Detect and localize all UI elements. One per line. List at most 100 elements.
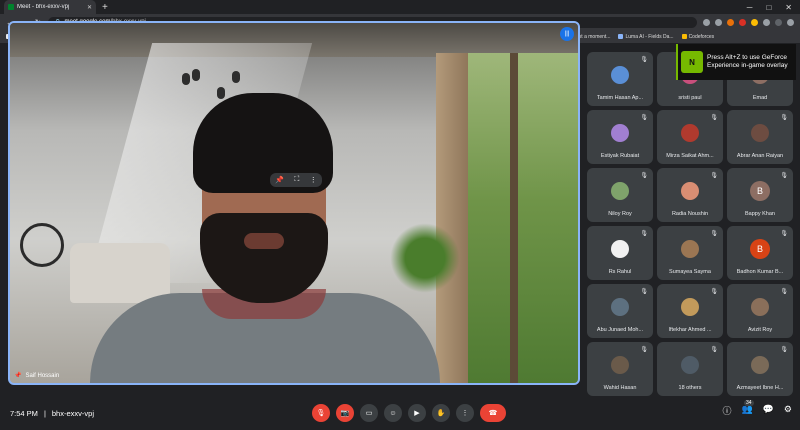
participant-tile[interactable]: 🎙 Estiyak Rubaiat — [587, 110, 653, 164]
bookmark-favicon-icon — [681, 34, 687, 39]
side-panel-controls: ⓘ 👥 💬 ⚙ — [722, 404, 792, 417]
participant-tile[interactable]: 🎙 Sumayea Sayma — [657, 226, 723, 280]
more-options-button[interactable]: ⋮ — [456, 404, 474, 422]
tab-close-icon[interactable]: ✕ — [87, 4, 92, 11]
pin-icon[interactable]: 📌 — [275, 176, 284, 184]
bookmark-item[interactable]: Luma AI - Fields Da... — [618, 34, 674, 40]
participant-tile[interactable]: 🎙 B Badhon Kumar B... — [727, 226, 793, 280]
participant-avatar — [681, 356, 699, 374]
tile-more-icon[interactable]: ⋮ — [310, 176, 317, 184]
tile-hover-controls: 📌 ⛶ ⋮ — [270, 173, 322, 187]
window-controls: ─ □ ✕ — [747, 3, 800, 12]
muted-mic-icon: 🎙 — [640, 289, 648, 295]
participant-name: Tamim Hasan Ap... — [596, 95, 644, 101]
muted-mic-icon: 🎙 — [780, 173, 788, 179]
participant-avatar — [611, 298, 629, 316]
main-speaker-video[interactable]: 📌 ⛶ ⋮ ||| 📌 Saif Hossain — [8, 21, 580, 385]
participant-tile[interactable]: 🎙 18 others — [657, 342, 723, 396]
raise-hand-button[interactable]: ✋ — [432, 404, 450, 422]
close-window-icon[interactable]: ✕ — [785, 3, 792, 12]
participant-tile[interactable]: 🎙 Mirza Saikat Ahm... — [657, 110, 723, 164]
participant-letter-avatar: B — [750, 181, 770, 201]
participant-tile[interactable]: 🎙 Abu Junaed Moh... — [587, 284, 653, 338]
participant-tile[interactable]: 🎙 Abrar Anan Raiyan — [727, 110, 793, 164]
participant-tile[interactable]: 🎙 Rs Rahul — [587, 226, 653, 280]
participant-avatar — [681, 298, 699, 316]
captions-button[interactable]: ▭ — [360, 404, 378, 422]
puzzle-extensions-icon[interactable] — [763, 18, 770, 26]
meeting-bottom-bar: 7:54 PM | bhx-exxv-vpj 🎙 📷 ▭ ☺ ▶ ✋ ⋮ ☎ ⓘ… — [0, 396, 800, 430]
participant-tile[interactable]: 🎙 Tamim Hasan Ap... — [587, 52, 653, 106]
chat-icon[interactable]: 💬 — [763, 404, 774, 417]
participant-avatar — [611, 124, 629, 142]
muted-mic-icon: 🎙 — [780, 347, 788, 353]
browser-tab-strip: Meet - bhx-exxv-vpj ✕ + ─ □ ✕ — [0, 0, 800, 14]
leave-call-button[interactable]: ☎ — [480, 404, 506, 422]
muted-mic-icon: 🎙 — [710, 115, 718, 121]
participant-avatar — [611, 182, 629, 200]
bike-wheel-decor — [20, 223, 64, 267]
mouth — [244, 233, 284, 249]
speaker-name-tag: 📌 Saif Hossain — [14, 372, 59, 380]
participant-tile[interactable]: 🎙 Azmayeet Ibne H... — [727, 342, 793, 396]
participant-name: sristi paul — [678, 95, 702, 101]
new-tab-button[interactable]: + — [102, 2, 108, 13]
participant-tile[interactable]: 🎙 Niloy Roy — [587, 168, 653, 222]
window-greenery — [468, 53, 578, 383]
share-icon[interactable] — [703, 18, 710, 26]
participant-avatar — [751, 298, 769, 316]
extensions-area — [703, 18, 794, 26]
menu-kebab-icon[interactable] — [787, 18, 794, 26]
pendant-lamp — [192, 69, 200, 81]
call-controls: 🎙 📷 ▭ ☺ ▶ ✋ ⋮ ☎ — [312, 404, 506, 422]
speaker-figure — [90, 83, 450, 383]
emoji-reaction-button[interactable]: ☺ — [384, 404, 402, 422]
participant-tile[interactable]: 🎙 Avizit Roy — [727, 284, 793, 338]
profile-avatar-icon[interactable] — [775, 18, 782, 26]
participant-avatar — [681, 182, 699, 200]
camera-toggle-button[interactable]: 📷 — [336, 404, 354, 422]
minimize-icon[interactable]: ─ — [747, 3, 753, 12]
present-screen-button[interactable]: ▶ — [408, 404, 426, 422]
muted-mic-icon: 🎙 — [640, 57, 648, 63]
muted-mic-icon: 🎙 — [640, 173, 648, 179]
participant-tile[interactable]: 🎙 Iftekhar Ahmed ... — [657, 284, 723, 338]
meeting-details-icon[interactable]: ⓘ — [722, 404, 731, 417]
bookmark-favicon-icon — [618, 34, 624, 39]
pin-small-icon: 📌 — [14, 373, 22, 379]
participant-name: Mirza Saikat Ahm... — [666, 153, 714, 159]
muted-mic-icon: 🎙 — [780, 289, 788, 295]
bookmark-star-icon[interactable] — [715, 18, 722, 26]
participant-name: Badhon Kumar B... — [736, 269, 784, 275]
extension-icon[interactable] — [727, 18, 734, 26]
participant-name: Avizit Roy — [747, 327, 773, 333]
meeting-code: bhx-exxv-vpj — [51, 408, 94, 418]
geforce-message: Press Alt+Z to use GeForce Experience in… — [707, 54, 788, 69]
bookmark-item[interactable]: Codeforces — [681, 34, 714, 40]
participant-avatar — [611, 356, 629, 374]
fullscreen-icon[interactable]: ⛶ — [294, 176, 299, 184]
participant-avatar — [611, 66, 629, 84]
participant-tile[interactable]: 🎙 Radia Noushin — [657, 168, 723, 222]
participant-name: Azmayeet Ibne H... — [736, 385, 784, 391]
participant-name: Bappy Khan — [745, 211, 775, 217]
meeting-time: 7:54 PM — [10, 408, 38, 418]
participant-name: Rs Rahul — [608, 269, 632, 275]
extension-icon[interactable] — [739, 18, 746, 26]
extension-icon[interactable] — [751, 18, 758, 26]
muted-mic-icon: 🎙 — [710, 173, 718, 179]
participant-tile[interactable]: 🎙 B Bappy Khan — [727, 168, 793, 222]
participant-letter-avatar: B — [750, 239, 770, 259]
participant-avatar — [751, 356, 769, 374]
activities-icon[interactable]: ⚙ — [784, 404, 792, 417]
maximize-icon[interactable]: □ — [766, 3, 771, 12]
participant-name: Estiyak Rubaiat — [600, 153, 640, 159]
browser-tab[interactable]: Meet - bhx-exxv-vpj ✕ — [4, 0, 96, 14]
participant-tile[interactable]: 🎙 Wahid Hasan — [587, 342, 653, 396]
participant-name: Emad — [752, 95, 768, 101]
muted-mic-icon: 🎙 — [780, 231, 788, 237]
meeting-separator: | — [43, 408, 46, 418]
participant-grid: 🎙 Tamim Hasan Ap... 🎙 sristi paul 🎙 Emad 🎙 Esti… — [587, 52, 793, 396]
participant-name: Wahid Hasan — [603, 385, 637, 391]
mic-toggle-button[interactable]: 🎙 — [312, 404, 330, 422]
